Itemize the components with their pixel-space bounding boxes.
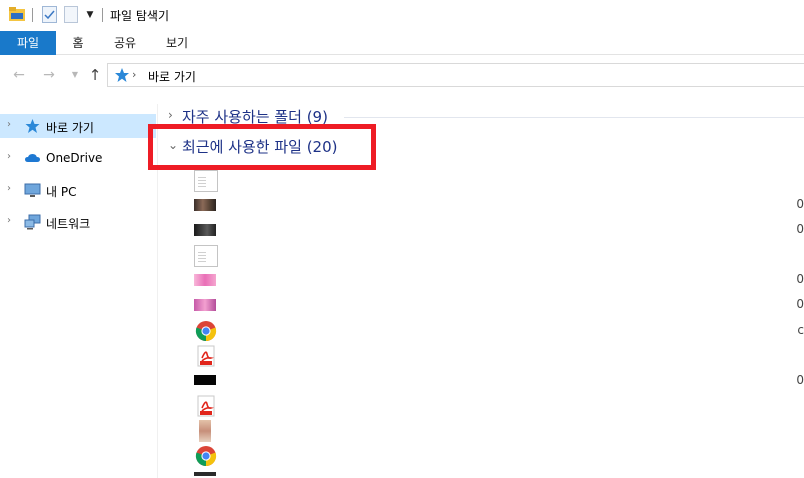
file-date: 0 <box>796 222 804 236</box>
highlight-box <box>148 124 376 170</box>
pdf-icon <box>197 345 215 367</box>
expand-chevron-icon[interactable]: › <box>7 215 11 226</box>
title-bar: ▼ 파일 탐색기 <box>0 0 804 31</box>
cloud-icon <box>25 154 40 162</box>
pc-icon <box>24 183 41 197</box>
tab-view[interactable]: 보기 <box>160 31 194 55</box>
file-date: c <box>797 323 804 337</box>
list-item[interactable] <box>194 169 804 193</box>
navigation-bar: ← → ▼ ↑ › 바로 가기 <box>0 60 804 92</box>
new-folder-icon[interactable] <box>64 6 78 23</box>
image-thumbnail-icon <box>194 224 216 236</box>
toolbar-separator <box>102 8 103 22</box>
expand-chevron-icon[interactable]: › <box>168 108 173 122</box>
customize-quick-access-dropdown-icon[interactable]: ▼ <box>84 9 96 21</box>
image-thumbnail-icon <box>194 199 216 211</box>
list-item[interactable] <box>194 344 804 368</box>
document-icon <box>194 170 218 192</box>
breadcrumb[interactable]: 바로 가기 <box>148 68 196 85</box>
tab-share[interactable]: 공유 <box>108 31 142 55</box>
ribbon-tabs: 파일 홈 공유 보기 <box>0 31 804 55</box>
toolbar-separator <box>32 8 33 22</box>
tab-file[interactable]: 파일 <box>0 31 56 55</box>
image-thumbnail-icon <box>199 420 211 442</box>
address-bar[interactable]: › 바로 가기 <box>107 63 804 87</box>
forward-arrow-icon[interactable]: → <box>40 66 58 84</box>
list-item[interactable]: 0 <box>194 293 804 317</box>
star-icon <box>25 119 40 133</box>
properties-icon[interactable] <box>42 6 57 23</box>
sidebar-item-onedrive[interactable]: › OneDrive <box>0 146 156 170</box>
image-thumbnail-icon <box>194 472 216 476</box>
sidebar-item-quick-access[interactable]: › 바로 가기 <box>0 114 156 138</box>
navigation-pane: › 바로 가기 › OneDrive › 내 PC › 네트워크 <box>0 104 158 478</box>
file-date: 0 <box>796 197 804 211</box>
sidebar-item-label: 네트워크 <box>46 217 91 231</box>
star-icon <box>115 68 129 82</box>
list-item[interactable]: 0 <box>194 193 804 217</box>
group-divider <box>344 117 804 118</box>
expand-chevron-icon[interactable]: › <box>7 119 11 130</box>
image-thumbnail-icon <box>194 274 216 286</box>
sidebar-item-label: 바로 가기 <box>46 121 94 135</box>
breadcrumb-chevron-icon[interactable]: › <box>132 68 136 81</box>
list-item[interactable]: 0 <box>194 218 804 242</box>
list-item[interactable] <box>194 394 804 418</box>
folder-icon[interactable] <box>8 6 26 22</box>
file-date: 0 <box>796 272 804 286</box>
sidebar-item-label: 내 PC <box>46 185 77 199</box>
back-arrow-icon[interactable]: ← <box>10 66 28 84</box>
file-date: 0 <box>796 297 804 311</box>
list-item[interactable]: 0 <box>194 369 804 393</box>
image-thumbnail-icon <box>194 375 216 385</box>
recent-locations-chevron-icon[interactable]: ▼ <box>66 66 84 84</box>
file-date: 0 <box>796 373 804 387</box>
list-item[interactable] <box>194 419 804 443</box>
chrome-icon <box>195 321 217 342</box>
list-item[interactable] <box>194 244 804 268</box>
sidebar-item-network[interactable]: › 네트워크 <box>0 210 156 234</box>
expand-chevron-icon[interactable]: › <box>7 151 11 162</box>
up-arrow-icon[interactable]: ↑ <box>86 66 104 84</box>
list-item[interactable]: 0 <box>194 268 804 292</box>
tab-home[interactable]: 홈 <box>64 31 92 55</box>
document-icon <box>194 245 218 267</box>
pdf-icon <box>197 395 215 417</box>
network-icon <box>24 214 41 230</box>
image-thumbnail-icon <box>194 299 216 311</box>
list-item[interactable] <box>194 452 804 476</box>
window-title: 파일 탐색기 <box>110 9 170 23</box>
sidebar-item-this-pc[interactable]: › 내 PC <box>0 178 156 202</box>
list-item[interactable]: c <box>194 319 804 343</box>
sidebar-item-label: OneDrive <box>46 151 103 165</box>
expand-chevron-icon[interactable]: › <box>7 183 11 194</box>
